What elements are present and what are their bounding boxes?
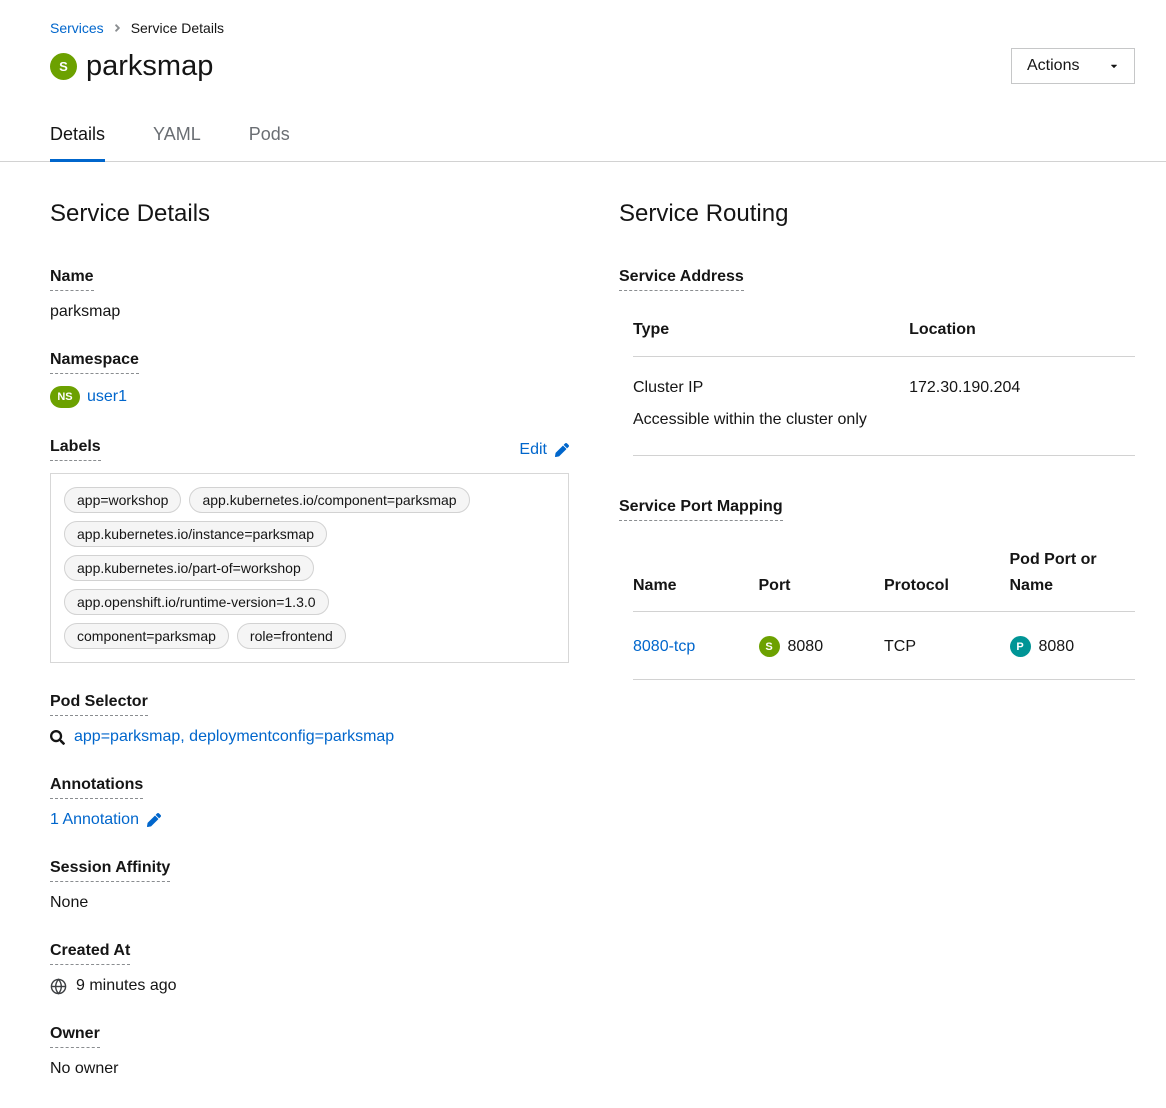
port-header-port: Port [759, 547, 885, 612]
pod-port-value: 8080 [1039, 638, 1075, 656]
breadcrumb-current: Service Details [131, 20, 224, 36]
field-label-session-affinity: Session Affinity [50, 859, 170, 882]
port-mapping-subsection: Service Port Mapping Name Port Protocol … [619, 498, 1135, 680]
edit-label-text: Edit [519, 441, 547, 459]
annotations-edit-button[interactable]: 1 Annotation [50, 811, 161, 829]
port-mapping-title: Service Port Mapping [619, 498, 783, 521]
field-label-created-at: Created At [50, 942, 130, 965]
field-name: Name parksmap [50, 268, 569, 321]
tab-pods[interactable]: Pods [249, 114, 290, 161]
namespace-resource-badge-icon: NS [50, 386, 80, 408]
caret-down-icon [1109, 61, 1119, 71]
tab-details[interactable]: Details [50, 114, 105, 161]
breadcrumb: Services Service Details [0, 0, 1166, 36]
search-icon [50, 730, 65, 745]
page-header: S parksmap Actions [0, 36, 1166, 84]
label-chip[interactable]: app=workshop [64, 487, 181, 513]
address-header-location: Location [909, 317, 1135, 356]
page-title: parksmap [86, 50, 213, 83]
breadcrumb-services-link[interactable]: Services [50, 20, 104, 36]
actions-label: Actions [1027, 57, 1079, 75]
pencil-icon [147, 813, 161, 827]
chevron-right-icon [114, 22, 121, 34]
field-owner: Owner No owner [50, 1025, 569, 1078]
service-address-subsection: Service Address Type Location Cluster IP… [619, 268, 1135, 456]
address-header-type: Type [633, 317, 909, 356]
field-label-pod-selector: Pod Selector [50, 693, 148, 716]
field-label-name: Name [50, 268, 94, 291]
address-type: Cluster IP [633, 379, 901, 397]
service-resource-badge-icon: S [50, 53, 77, 80]
label-chip[interactable]: app.kubernetes.io/part-of=workshop [64, 555, 314, 581]
service-details-page: Services Service Details S parksmap Acti… [0, 0, 1166, 1108]
pod-port-badge-icon: P [1010, 636, 1031, 657]
field-namespace: Namespace NS user1 [50, 351, 569, 408]
port-value: 8080 [788, 638, 824, 656]
field-created-at: Created At 9 minutes ago [50, 942, 569, 995]
annotations-count: 1 Annotation [50, 811, 139, 829]
address-table-row: Cluster IP Accessible within the cluster… [633, 356, 1135, 455]
service-port-badge-icon: S [759, 636, 780, 657]
pencil-icon [555, 443, 569, 457]
field-value-name: parksmap [50, 303, 569, 321]
session-affinity-value: None [50, 894, 569, 912]
owner-value: No owner [50, 1060, 569, 1078]
field-annotations: Annotations 1 Annotation [50, 776, 569, 829]
actions-dropdown-button[interactable]: Actions [1011, 48, 1135, 84]
globe-icon [50, 978, 67, 995]
namespace-link[interactable]: user1 [87, 388, 127, 406]
field-pod-selector: Pod Selector app=parksmap, deploymentcon… [50, 693, 569, 746]
label-chip[interactable]: app.kubernetes.io/component=parksmap [189, 487, 469, 513]
service-routing-section: Service Routing Service Address Type Loc… [619, 200, 1135, 1108]
section-title-service-routing: Service Routing [619, 200, 1135, 228]
port-name-link[interactable]: 8080-tcp [633, 638, 695, 655]
label-chip[interactable]: app.openshift.io/runtime-version=1.3.0 [64, 589, 329, 615]
field-labels: Labels Edit app=workshop app.kubernetes.… [50, 438, 569, 663]
field-session-affinity: Session Affinity None [50, 859, 569, 912]
field-label-labels: Labels [50, 438, 101, 461]
pod-selector-link[interactable]: app=parksmap, deploymentconfig=parksmap [74, 728, 394, 746]
service-address-table: Type Location Cluster IP Accessible with… [633, 317, 1135, 456]
edit-labels-button[interactable]: Edit [519, 441, 569, 459]
label-chip[interactable]: role=frontend [237, 623, 346, 649]
address-note: Accessible within the cluster only [633, 407, 873, 433]
field-label-owner: Owner [50, 1025, 100, 1048]
port-header-pod-port: Pod Port or Name [1010, 547, 1136, 612]
labels-list: app=workshop app.kubernetes.io/component… [50, 473, 569, 663]
service-address-title: Service Address [619, 268, 744, 291]
port-header-protocol: Protocol [884, 547, 1010, 612]
address-location: 172.30.190.204 [909, 356, 1135, 455]
label-chip[interactable]: component=parksmap [64, 623, 229, 649]
field-label-annotations: Annotations [50, 776, 143, 799]
protocol-value: TCP [884, 612, 1010, 680]
tab-bar: Details YAML Pods [0, 114, 1166, 162]
field-label-namespace: Namespace [50, 351, 139, 374]
port-header-name: Name [633, 547, 759, 612]
section-title-service-details: Service Details [50, 200, 569, 228]
created-at-value: 9 minutes ago [76, 977, 177, 995]
label-chip[interactable]: app.kubernetes.io/instance=parksmap [64, 521, 327, 547]
port-mapping-row: 8080-tcp S 8080 TCP P [633, 612, 1135, 680]
service-details-section: Service Details Name parksmap Namespace … [50, 200, 569, 1108]
tab-yaml[interactable]: YAML [153, 114, 201, 161]
details-content: Service Details Name parksmap Namespace … [0, 162, 1166, 1108]
port-mapping-table: Name Port Protocol Pod Port or Name 8080… [633, 547, 1135, 680]
